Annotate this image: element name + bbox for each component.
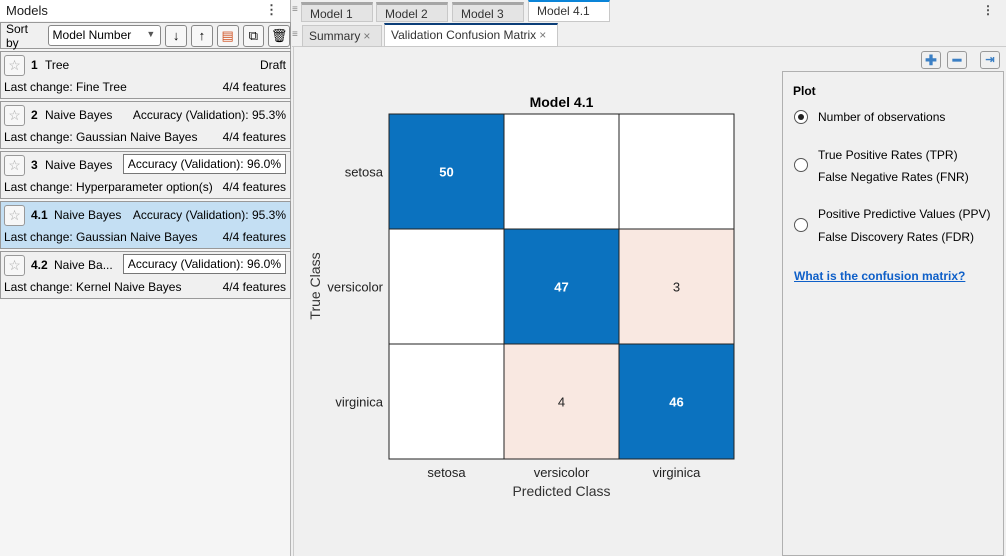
y-axis-label: True Class xyxy=(307,252,323,319)
model-status: Accuracy (Validation): 96.0% xyxy=(122,154,286,174)
model-list-item[interactable]: ☆ 1 Tree Draft Last change: Fine Tree 4/… xyxy=(0,51,291,99)
feature-count: 4/4 features xyxy=(222,130,286,144)
option-label: Positive Predictive Values (PPV) xyxy=(818,207,991,221)
model-tabs: ≡ Model 1 Model 2 Model 3 Model 4.1 ⋮ xyxy=(292,0,1006,22)
matrix-cell xyxy=(618,113,735,230)
cell-value: 4 xyxy=(558,395,565,410)
x-tick-label: setosa xyxy=(427,465,466,480)
confusion-matrix-chart: 50 47 3 4 46 Model 4.1 setosa setosa versicolor v… xyxy=(307,94,735,499)
models-panel: Models ⋮ Sort by Model Number ▼ ↓ ↑ ▤ ⧉ 🗑 … xyxy=(0,0,291,556)
y-tick-label: virginica xyxy=(335,395,383,410)
star-icon[interactable]: ☆ xyxy=(4,105,25,126)
model-number: 1 xyxy=(31,58,38,72)
model-status: Accuracy (Validation): 95.3% xyxy=(132,208,286,222)
models-title: Models xyxy=(6,3,48,18)
option-label: False Negative Rates (FNR) xyxy=(818,170,969,184)
tab-summary[interactable]: Summary × xyxy=(302,25,382,47)
y-tick-label: versicolor xyxy=(327,280,383,295)
feature-count: 4/4 features xyxy=(222,180,286,194)
cell-value: 3 xyxy=(673,280,680,295)
grip-icon[interactable]: ≡ xyxy=(292,4,298,15)
model-type: Naive Ba... xyxy=(54,258,113,272)
y-tick-label: setosa xyxy=(345,165,384,180)
model-details-button[interactable]: ▤ xyxy=(216,24,239,47)
tab-model-4-1[interactable]: Model 4.1 xyxy=(528,0,610,22)
cell-value: 46 xyxy=(669,395,683,410)
chart-title: Model 4.1 xyxy=(530,94,594,110)
sort-label: Sort by xyxy=(6,21,29,50)
cell-value: 47 xyxy=(554,280,568,295)
model-list-item[interactable]: ☆ 4.2 Naive Ba... Accuracy (Validation):… xyxy=(0,251,291,299)
option-label: False Discovery Rates (FDR) xyxy=(818,230,975,244)
feature-count: 4/4 features xyxy=(222,280,286,294)
star-icon[interactable]: ☆ xyxy=(4,205,25,226)
model-number: 2 xyxy=(31,108,38,122)
star-icon[interactable]: ☆ xyxy=(4,55,25,76)
model-list-item[interactable]: ☆ 4.1 Naive Bayes Accuracy (Validation):… xyxy=(0,201,291,249)
matrix-cell xyxy=(503,113,620,230)
more-options-icon[interactable]: ⋮ xyxy=(982,3,994,17)
star-icon[interactable]: ☆ xyxy=(4,255,25,276)
feature-count: 4/4 features xyxy=(222,80,286,94)
delete-button[interactable]: 🗑 xyxy=(268,24,290,47)
tab-label: Validation Confusion Matrix xyxy=(391,28,537,42)
model-list-item[interactable]: ☆ 2 Naive Bayes Accuracy (Validation): 9… xyxy=(0,101,291,149)
chevron-down-icon: ▼ xyxy=(146,29,156,39)
cell-value: 50 xyxy=(439,165,453,180)
feature-count: 4/4 features xyxy=(222,230,286,244)
model-list-item[interactable]: ☆ 3 Naive Bayes Accuracy (Validation): 9… xyxy=(0,151,291,199)
radio-tpr-fnr[interactable] xyxy=(794,158,808,172)
confusion-matrix-help-link[interactable]: What is the confusion matrix? xyxy=(794,269,965,283)
tab-label: Summary xyxy=(309,29,361,43)
x-axis-label: Predicted Class xyxy=(512,483,610,499)
plot-options-panel: Plot Number of observations True Positiv… xyxy=(782,71,1004,556)
radio-ppv-fdr[interactable] xyxy=(794,218,808,232)
tab-model-3[interactable]: Model 3 xyxy=(452,2,524,22)
collapse-panel-button[interactable]: ⇥ xyxy=(980,51,1000,69)
option-label: Number of observations xyxy=(818,110,946,124)
tab-model-2[interactable]: Model 2 xyxy=(376,2,448,22)
model-status: Accuracy (Validation): 95.3% xyxy=(132,108,286,122)
sort-dropdown[interactable]: Model Number ▼ xyxy=(47,25,162,46)
model-type: Naive Bayes xyxy=(45,158,113,172)
sort-bar: Sort by Model Number ▼ ↓ ↑ ▤ ⧉ 🗑 xyxy=(0,21,291,50)
subtabs: ≡ Summary × Validation Confusion Matrix × xyxy=(292,23,1006,47)
grip-icon[interactable]: ≡ xyxy=(292,29,298,40)
radio-number-of-observations[interactable] xyxy=(794,110,808,124)
sort-ascending-button[interactable]: ↑ xyxy=(191,24,213,47)
sort-descending-button[interactable]: ↓ xyxy=(165,24,187,47)
matrix-cell xyxy=(388,228,505,345)
model-type: Tree xyxy=(45,58,70,72)
model-number: 4.1 xyxy=(31,208,48,222)
more-options-icon[interactable]: ⋮ xyxy=(265,2,278,18)
duplicate-button[interactable]: ⧉ xyxy=(242,24,265,47)
models-header: Models ⋮ xyxy=(0,0,290,21)
model-status: Draft xyxy=(259,58,286,72)
last-change: Last change: Fine Tree xyxy=(4,80,127,94)
model-number: 4.2 xyxy=(31,258,48,272)
sort-value: Model Number xyxy=(52,28,132,42)
x-tick-label: virginica xyxy=(653,465,701,480)
tab-model-1[interactable]: Model 1 xyxy=(301,2,373,22)
model-type: Naive Bayes xyxy=(54,208,122,222)
last-change: Last change: Gaussian Naive Bayes xyxy=(4,230,198,244)
last-change: Last change: Kernel Naive Bayes xyxy=(4,280,182,294)
model-type: Naive Bayes xyxy=(45,108,113,122)
tab-validation-confusion-matrix[interactable]: Validation Confusion Matrix × xyxy=(384,23,558,47)
model-number: 3 xyxy=(31,158,38,172)
matrix-cell xyxy=(388,343,505,460)
zoom-in-button[interactable]: ✚ xyxy=(921,51,941,69)
model-status: Accuracy (Validation): 96.0% xyxy=(122,254,286,274)
close-icon[interactable]: × xyxy=(539,28,546,42)
zoom-out-button[interactable]: ━ xyxy=(947,51,967,69)
star-icon[interactable]: ☆ xyxy=(4,155,25,176)
last-change: Last change: Gaussian Naive Bayes xyxy=(4,130,198,144)
option-label: True Positive Rates (TPR) xyxy=(818,148,958,162)
last-change: Last change: Hyperparameter option(s) xyxy=(4,180,213,194)
plot-title: Plot xyxy=(793,84,816,98)
close-icon[interactable]: × xyxy=(363,29,370,43)
x-tick-label: versicolor xyxy=(534,465,590,480)
